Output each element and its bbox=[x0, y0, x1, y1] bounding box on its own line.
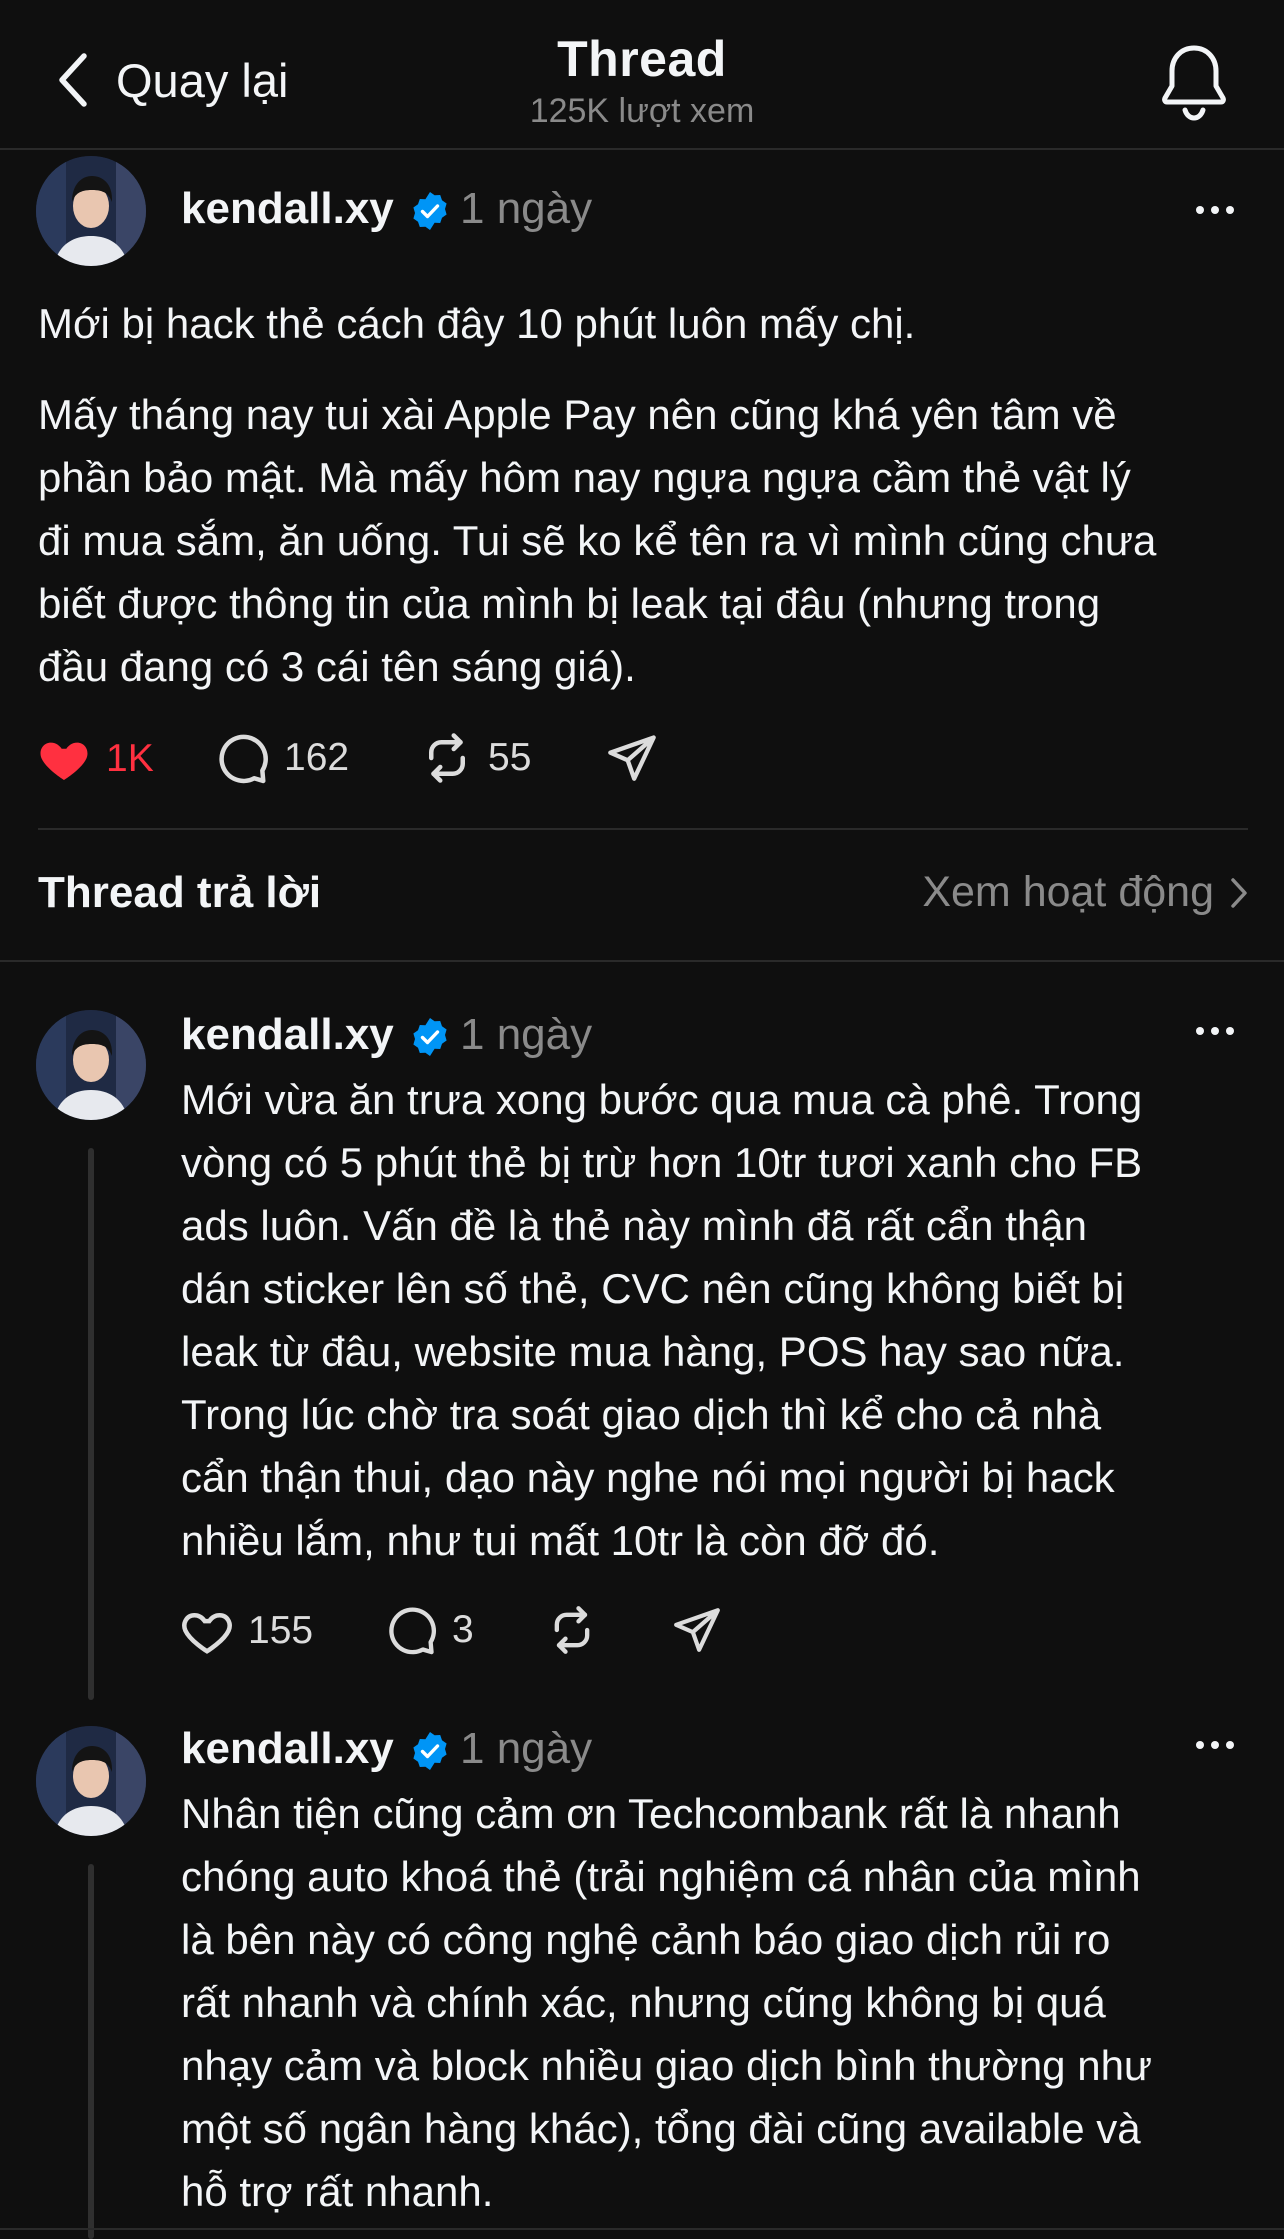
repost-icon bbox=[420, 731, 474, 785]
avatar-image bbox=[36, 1010, 146, 1120]
view-activity-label: Xem hoạt động bbox=[922, 868, 1214, 916]
post-paragraph-2: Mấy tháng nay tui xài Apple Pay nên cũng… bbox=[38, 383, 1156, 698]
comment-bubble-icon bbox=[216, 731, 270, 785]
thread-connector-line bbox=[88, 1148, 94, 1700]
text-line: Mới vừa ăn trưa xong bước qua mua cà phê… bbox=[181, 1076, 1143, 1123]
avatar[interactable] bbox=[36, 156, 146, 266]
share-button[interactable] bbox=[672, 1604, 722, 1654]
share-button[interactable] bbox=[606, 731, 658, 783]
text-line: Trong lúc chờ tra soát giao dịch thì kể … bbox=[181, 1391, 1102, 1438]
more-options-icon[interactable] bbox=[1193, 1024, 1237, 1038]
repost-button[interactable] bbox=[546, 1604, 598, 1656]
post-paragraph-1: Mới bị hack thẻ cách đây 10 phút luôn mấ… bbox=[38, 300, 916, 347]
bottom-divider bbox=[0, 2228, 1284, 2230]
reply-time: 1 ngày bbox=[460, 1724, 593, 1773]
post-username[interactable]: kendall.xy bbox=[181, 184, 394, 234]
header-title-group: Thread 125K lượt xem bbox=[0, 30, 1284, 131]
text-line: là bên này có công nghệ cảnh báo giao dị… bbox=[181, 1916, 1111, 1963]
view-activity-link[interactable]: Xem hoạt động bbox=[922, 868, 1250, 917]
text-line: đi mua sắm, ăn uống. Tui sẽ ko kể tên ra… bbox=[38, 517, 1157, 564]
bell-icon[interactable] bbox=[1156, 40, 1232, 122]
more-options-icon[interactable] bbox=[1193, 203, 1237, 217]
text-line: dán sticker lên số thẻ, CVC nên cũng khô… bbox=[181, 1265, 1125, 1312]
more-options-icon[interactable] bbox=[1193, 1738, 1237, 1752]
text-line: Nhân tiện cũng cảm ơn Techcombank rất là… bbox=[181, 1790, 1121, 1837]
reply-username[interactable]: kendall.xy bbox=[181, 1010, 394, 1060]
replies-section-title: Thread trả lời bbox=[38, 868, 322, 917]
text-line: ads luôn. Vấn đề là thẻ này mình đã rất … bbox=[181, 1202, 1087, 1249]
reply-time: 1 ngày bbox=[460, 1010, 593, 1059]
reply-text: Nhân tiện cũng cảm ơn Techcombank rất là… bbox=[181, 1782, 1152, 2223]
like-button[interactable]: 155 bbox=[180, 1604, 313, 1658]
text-line: nhạy cảm và block nhiều giao dịch bình t… bbox=[181, 2042, 1153, 2089]
avatar-image bbox=[36, 156, 146, 266]
send-icon bbox=[606, 731, 658, 783]
text-line: nhiều lắm, như tui mất 10tr là còn đỡ đó… bbox=[181, 1517, 940, 1564]
reply-button[interactable]: 3 bbox=[386, 1604, 474, 1656]
text-line: leak từ đâu, website mua hàng, POS hay s… bbox=[181, 1328, 1125, 1375]
reply-count: 162 bbox=[284, 736, 350, 779]
text-line: chóng auto khoá thẻ (trải nghiệm cá nhân… bbox=[181, 1853, 1141, 1900]
reply-button[interactable]: 162 bbox=[216, 731, 349, 785]
send-icon bbox=[672, 1604, 722, 1654]
reply-text: Mới vừa ăn trưa xong bước qua mua cà phê… bbox=[181, 1068, 1142, 1572]
reply-username[interactable]: kendall.xy bbox=[181, 1724, 394, 1774]
like-count: 1K bbox=[106, 737, 154, 780]
heart-icon bbox=[36, 731, 92, 787]
avatar[interactable] bbox=[36, 1010, 146, 1120]
repost-button[interactable]: 55 bbox=[420, 731, 531, 785]
repost-count: 55 bbox=[488, 736, 532, 779]
section-divider bbox=[0, 960, 1284, 962]
page-title: Thread bbox=[557, 31, 727, 87]
text-line: vòng có 5 phút thẻ bị trừ hơn 10tr tươi … bbox=[181, 1139, 1143, 1186]
text-line: rất nhanh và chính xác, nhưng cũng không… bbox=[181, 1979, 1106, 2026]
text-line: hỗ trợ rất nhanh. bbox=[181, 2168, 494, 2215]
repost-icon bbox=[546, 1604, 598, 1656]
top-bar: Quay lại Thread 125K lượt xem bbox=[0, 0, 1284, 148]
verified-badge-icon bbox=[410, 1017, 450, 1057]
verified-badge-icon bbox=[410, 191, 450, 231]
reply-count: 3 bbox=[452, 1608, 474, 1651]
text-line: Mấy tháng nay tui xài Apple Pay nên cũng… bbox=[38, 391, 1117, 438]
thread-connector-line bbox=[88, 1864, 94, 2239]
header-divider bbox=[0, 148, 1284, 150]
avatar-image bbox=[36, 1726, 146, 1836]
heart-icon bbox=[182, 1612, 232, 1654]
text-line: phần bảo mật. Mà mấy hôm nay ngựa ngựa c… bbox=[38, 454, 1131, 501]
view-count: 125K lượt xem bbox=[529, 92, 755, 130]
like-button[interactable]: 1K bbox=[36, 731, 154, 787]
text-line: biết được thông tin của mình bị leak tại… bbox=[38, 580, 1101, 627]
comment-bubble-icon bbox=[386, 1604, 438, 1656]
like-count: 155 bbox=[248, 1609, 314, 1652]
text-line: một số ngân hàng khác), tổng đài cũng av… bbox=[181, 2105, 1141, 2152]
verified-badge-icon bbox=[410, 1731, 450, 1771]
text-line: đầu đang có 3 cái tên sáng giá). bbox=[38, 643, 636, 690]
chevron-right-icon bbox=[1231, 877, 1247, 908]
post-time: 1 ngày bbox=[460, 184, 593, 233]
post-divider bbox=[38, 828, 1248, 830]
text-line: cẩn thận thui, dạo này nghe nói mọi ngườ… bbox=[181, 1454, 1115, 1501]
avatar[interactable] bbox=[36, 1726, 146, 1836]
